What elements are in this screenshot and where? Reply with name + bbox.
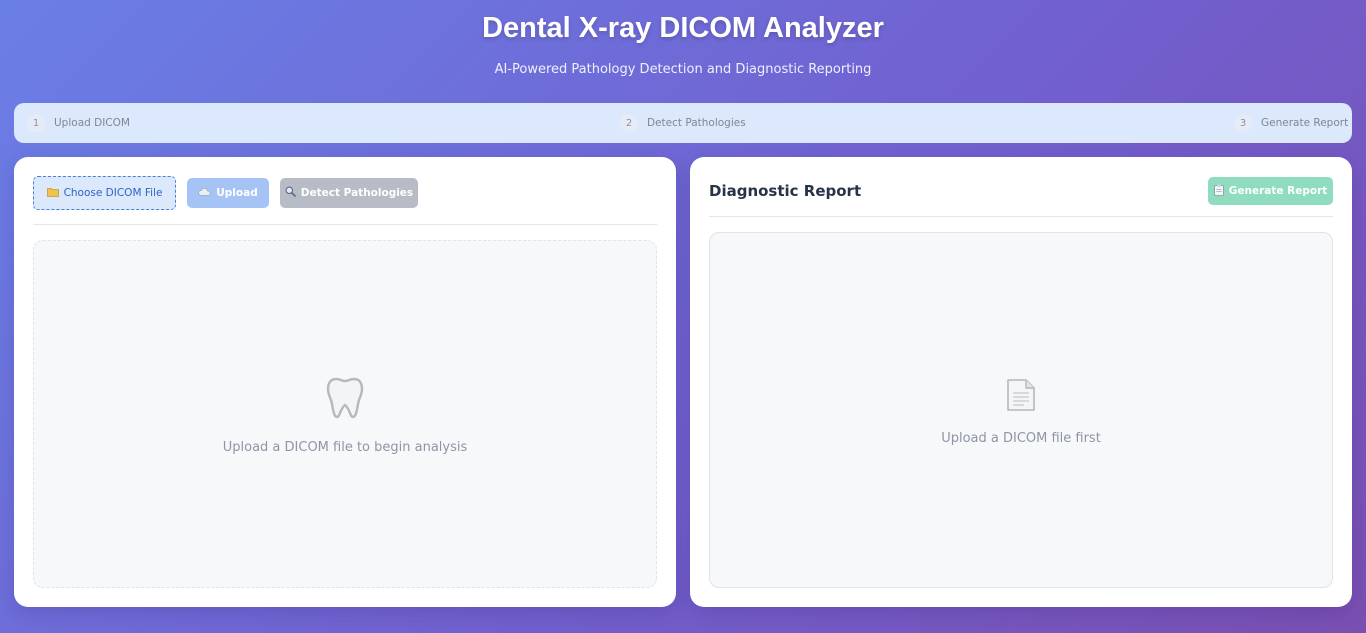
upload-button[interactable]: Upload	[187, 178, 269, 208]
generate-report-label: Generate Report	[1228, 185, 1328, 197]
step-label: Generate Report	[1261, 117, 1349, 129]
step-label: Upload DICOM	[54, 117, 130, 129]
step-upload: 1 Upload DICOM	[27, 103, 130, 143]
image-placeholder-text: Upload a DICOM file to begin analysis	[222, 440, 468, 455]
app-subtitle: AI-Powered Pathology Detection and Diagn…	[494, 62, 872, 77]
report-panel: Diagnostic Report Generate Report Upload…	[690, 157, 1352, 607]
choose-file-label: Choose DICOM File	[63, 187, 163, 199]
generate-report-button[interactable]: Generate Report	[1208, 177, 1333, 205]
step-number: 2	[620, 114, 638, 132]
detect-pathologies-button[interactable]: Detect Pathologies	[280, 178, 418, 208]
report-placeholder: Upload a DICOM file first	[709, 232, 1333, 588]
progress-steps: 1 Upload DICOM 2 Detect Pathologies 3 Ge…	[14, 103, 1352, 143]
toolbar-divider	[33, 224, 657, 225]
tooth-icon	[34, 376, 656, 420]
report-title: Diagnostic Report	[709, 182, 862, 200]
report-header-divider	[709, 216, 1333, 217]
document-icon	[710, 378, 1332, 412]
image-viewer-placeholder: Upload a DICOM file to begin analysis	[33, 240, 657, 588]
folder-icon	[46, 187, 59, 200]
clipboard-icon	[1213, 184, 1224, 199]
detect-label: Detect Pathologies	[300, 187, 414, 199]
step-report: 3 Generate Report	[1234, 103, 1348, 143]
upload-label: Upload	[216, 187, 258, 199]
choose-file-button[interactable]: Choose DICOM File	[33, 176, 176, 210]
magnifier-icon	[285, 186, 296, 200]
step-number: 3	[1234, 114, 1252, 132]
image-panel: Choose DICOM File Upload Detect Patholog…	[14, 157, 676, 607]
step-detect: 2 Detect Pathologies	[620, 103, 746, 143]
report-placeholder-text: Upload a DICOM file first	[941, 431, 1101, 446]
step-label: Detect Pathologies	[647, 117, 746, 129]
app-title: Dental X-ray DICOM Analyzer	[482, 12, 884, 44]
cloud-upload-icon	[198, 187, 211, 199]
step-number: 1	[27, 114, 45, 132]
